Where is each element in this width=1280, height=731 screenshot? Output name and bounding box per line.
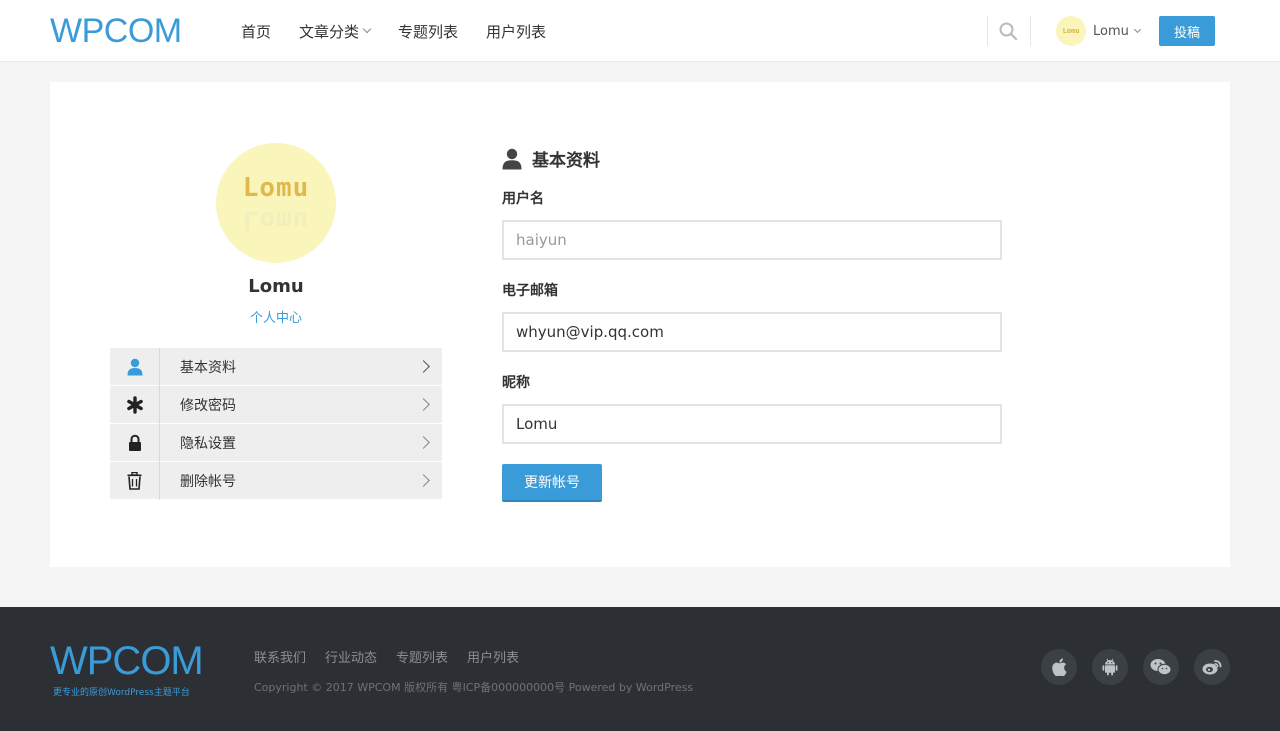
site-header: WPCOM 首页 文章分类 专题列表 用户列表 Lomu Lomu 投稿 xyxy=(0,0,1280,62)
nav-item-users[interactable]: 用户列表 xyxy=(486,21,546,42)
menu-item-profile[interactable]: 基本资料 xyxy=(110,347,442,386)
menu-item-label: 修改密码 xyxy=(180,397,236,414)
chevron-right-icon xyxy=(417,474,430,487)
user-icon xyxy=(110,347,160,386)
apple-icon[interactable] xyxy=(1041,649,1077,685)
account-menu: 基本资料 修改密码 隐私设置 删除帐号 xyxy=(110,347,442,500)
chevron-right-icon xyxy=(417,436,430,449)
footer-link-news[interactable]: 行业动态 xyxy=(325,647,377,666)
chevron-down-icon xyxy=(1133,25,1141,34)
profile-avatar: Lomu Lomu xyxy=(216,143,336,263)
main-nav: 首页 文章分类 专题列表 用户列表 xyxy=(241,0,574,62)
menu-item-label: 基本资料 xyxy=(180,359,236,376)
wechat-icon[interactable] xyxy=(1143,649,1179,685)
chevron-right-icon xyxy=(417,360,430,373)
nav-item-categories[interactable]: 文章分类 xyxy=(299,21,372,42)
nickname-field[interactable]: Lomu xyxy=(502,404,1002,444)
avatar-logo-reflection: Lomu xyxy=(242,205,310,235)
weibo-icon[interactable] xyxy=(1194,649,1230,685)
nav-item-label: 用户列表 xyxy=(486,22,547,41)
user-center-link[interactable]: 个人中心 xyxy=(110,307,442,326)
android-icon[interactable] xyxy=(1092,649,1128,685)
footer-links: 联系我们 行业动态 专题列表 用户列表 xyxy=(254,647,538,666)
nav-item-topics[interactable]: 专题列表 xyxy=(398,21,458,42)
nav-item-home[interactable]: 首页 xyxy=(241,21,271,42)
footer-logo[interactable]: WPCOM xyxy=(50,639,204,684)
update-account-button[interactable]: 更新帐号 xyxy=(502,464,602,502)
footer-social xyxy=(1041,649,1230,685)
footer-copyright: Copyright © 2017 WPCOM 版权所有 粤ICP备0000000… xyxy=(254,681,694,694)
account-card: Lomu Lomu Lomu 个人中心 基本资料 修改密码 隐私设置 删除帐号 … xyxy=(50,82,1230,567)
avatar-logo-text: Lomu xyxy=(242,173,310,203)
footer-link-contact[interactable]: 联系我们 xyxy=(254,647,306,666)
email-label: 电子邮箱 xyxy=(502,283,558,299)
footer-link-topics[interactable]: 专题列表 xyxy=(396,647,448,666)
search-icon[interactable] xyxy=(999,22,1018,41)
profile-name: Lomu xyxy=(248,276,304,297)
header-divider xyxy=(1030,16,1031,46)
menu-item-privacy[interactable]: 隐私设置 xyxy=(110,423,442,462)
menu-item-label: 隐私设置 xyxy=(180,435,236,452)
menu-item-password[interactable]: 修改密码 xyxy=(110,385,442,424)
site-logo[interactable]: WPCOM xyxy=(50,12,182,51)
lock-icon xyxy=(110,423,160,462)
chevron-down-icon xyxy=(362,24,372,34)
header-divider xyxy=(987,16,988,46)
avatar: Lomu xyxy=(1056,16,1086,46)
site-footer: WPCOM 更专业的原创WordPress主题平台 联系我们 行业动态 专题列表… xyxy=(0,607,1280,731)
menu-item-delete-account[interactable]: 删除帐号 xyxy=(110,461,442,500)
user-menu[interactable]: Lomu Lomu xyxy=(1056,16,1141,46)
user-name: Lomu xyxy=(1093,23,1129,39)
chevron-right-icon xyxy=(417,398,430,411)
form-title: 基本资料 xyxy=(532,151,600,171)
nickname-value: Lomu xyxy=(516,415,558,433)
footer-slogan: 更专业的原创WordPress主题平台 xyxy=(53,688,190,698)
trash-icon xyxy=(110,461,160,500)
form-section-title: 基本资料 xyxy=(502,146,600,171)
username-label: 用户名 xyxy=(502,191,544,207)
username-value: haiyun xyxy=(516,231,567,249)
menu-item-label: 删除帐号 xyxy=(180,473,236,490)
footer-link-users[interactable]: 用户列表 xyxy=(467,647,519,666)
asterisk-icon xyxy=(110,385,160,424)
nickname-label: 昵称 xyxy=(502,375,530,391)
nav-item-label: 首页 xyxy=(241,22,272,41)
nav-item-label: 文章分类 xyxy=(299,22,360,41)
nav-item-label: 专题列表 xyxy=(398,22,459,41)
email-field[interactable]: whyun@vip.qq.com xyxy=(502,312,1002,352)
email-value: whyun@vip.qq.com xyxy=(516,323,664,341)
username-field[interactable]: haiyun xyxy=(502,220,1002,260)
user-icon xyxy=(502,148,522,169)
post-button[interactable]: 投稿 xyxy=(1159,16,1215,46)
avatar-text: Lomu xyxy=(1062,27,1080,35)
